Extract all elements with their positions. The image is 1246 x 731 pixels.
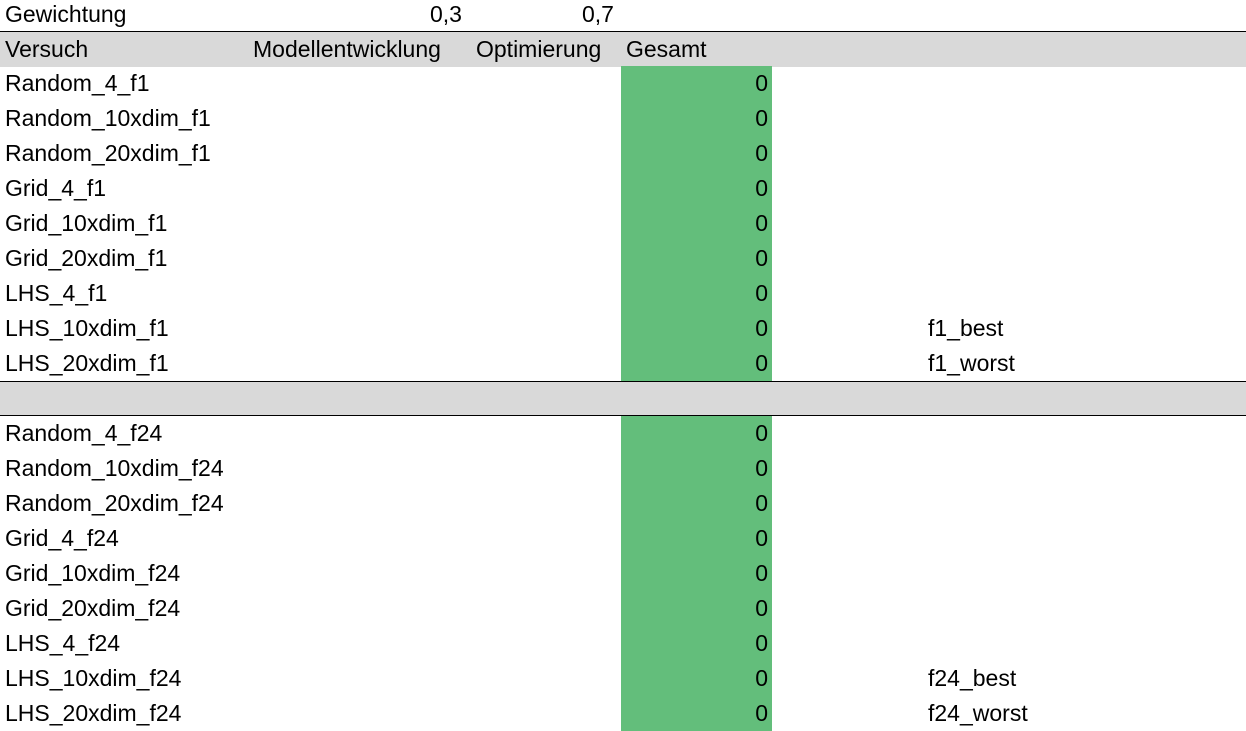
weighting-label[interactable]: Gewichtung — [5, 0, 126, 32]
versuch-cell[interactable]: LHS_20xdim_f24 — [5, 696, 181, 731]
header-total[interactable]: Gesamt — [626, 32, 707, 67]
versuch-cell[interactable]: Random_4_f24 — [5, 416, 162, 451]
table-row: Grid_20xdim_f1 0 — [0, 241, 1246, 276]
versuch-cell[interactable]: Grid_10xdim_f24 — [5, 556, 180, 591]
versuch-cell[interactable]: LHS_10xdim_f1 — [5, 311, 169, 346]
total-cell[interactable]: 0 — [621, 171, 772, 206]
table-row: LHS_4_f1 0 — [0, 276, 1246, 311]
total-cell[interactable]: 0 — [621, 661, 772, 696]
total-cell[interactable]: 0 — [621, 66, 772, 101]
weight-opt-cell[interactable]: 0,7 — [582, 0, 614, 32]
total-cell[interactable]: 0 — [621, 346, 772, 381]
table-row: Random_10xdim_f1 0 — [0, 101, 1246, 136]
total-cell[interactable]: 0 — [621, 486, 772, 521]
versuch-cell[interactable]: LHS_4_f1 — [5, 276, 107, 311]
versuch-cell[interactable]: Grid_4_f24 — [5, 521, 119, 556]
total-cell[interactable]: 0 — [621, 626, 772, 661]
table-row: Random_10xdim_f24 0 — [0, 451, 1246, 486]
weighting-row: Gewichtung 0,3 0,7 — [0, 0, 1246, 32]
versuch-cell[interactable]: Grid_10xdim_f1 — [5, 206, 167, 241]
table-row: Random_20xdim_f1 0 — [0, 136, 1246, 171]
note-cell[interactable]: f24_worst — [928, 696, 1028, 731]
total-cell[interactable]: 0 — [621, 591, 772, 626]
total-cell[interactable]: 0 — [621, 206, 772, 241]
note-cell[interactable]: f1_worst — [928, 346, 1015, 381]
table-row: LHS_10xdim_f24 0 f24_best — [0, 661, 1246, 696]
weight-model-cell[interactable]: 0,3 — [430, 0, 462, 32]
spreadsheet: Gewichtung 0,3 0,7 Versuch Modellentwick… — [0, 0, 1246, 731]
table-row: Random_4_f1 0 — [0, 66, 1246, 101]
note-cell[interactable]: f24_best — [928, 661, 1016, 696]
table-row: Grid_4_f24 0 — [0, 521, 1246, 556]
total-cell[interactable]: 0 — [621, 241, 772, 276]
table-row: LHS_4_f24 0 — [0, 626, 1246, 661]
table-row: LHS_20xdim_f1 0 f1_worst — [0, 346, 1246, 381]
versuch-cell[interactable]: LHS_4_f24 — [5, 626, 120, 661]
versuch-cell[interactable]: Grid_20xdim_f1 — [5, 241, 167, 276]
versuch-cell[interactable]: LHS_20xdim_f1 — [5, 346, 169, 381]
header-versuch[interactable]: Versuch — [5, 32, 88, 67]
table-row: Random_4_f24 0 — [0, 416, 1246, 451]
note-cell[interactable]: f1_best — [928, 311, 1003, 346]
table-row: Grid_4_f1 0 — [0, 171, 1246, 206]
table-row: Random_20xdim_f24 0 — [0, 486, 1246, 521]
table-row: Grid_10xdim_f1 0 — [0, 206, 1246, 241]
total-cell[interactable]: 0 — [621, 416, 772, 451]
versuch-cell[interactable]: Random_20xdim_f24 — [5, 486, 224, 521]
total-cell[interactable]: 0 — [621, 101, 772, 136]
versuch-cell[interactable]: Grid_4_f1 — [5, 171, 106, 206]
total-cell[interactable]: 0 — [621, 311, 772, 346]
table-row: LHS_20xdim_f24 0 f24_worst — [0, 696, 1246, 731]
total-cell[interactable]: 0 — [621, 276, 772, 311]
total-cell[interactable]: 0 — [621, 556, 772, 591]
total-cell[interactable]: 0 — [621, 696, 772, 731]
table-row: Grid_20xdim_f24 0 — [0, 591, 1246, 626]
header-opt[interactable]: Optimierung — [476, 32, 601, 67]
header-model[interactable]: Modellentwicklung — [253, 32, 441, 67]
versuch-cell[interactable]: Random_10xdim_f24 — [5, 451, 224, 486]
table-row: Grid_10xdim_f24 0 — [0, 556, 1246, 591]
header-row: Versuch Modellentwicklung Optimierung Ge… — [0, 31, 1246, 67]
versuch-cell[interactable]: Grid_20xdim_f24 — [5, 591, 180, 626]
versuch-cell[interactable]: LHS_10xdim_f24 — [5, 661, 181, 696]
total-cell[interactable]: 0 — [621, 136, 772, 171]
versuch-cell[interactable]: Random_4_f1 — [5, 66, 150, 101]
versuch-cell[interactable]: Random_20xdim_f1 — [5, 136, 211, 171]
group-separator-row[interactable] — [0, 381, 1246, 416]
total-cell[interactable]: 0 — [621, 451, 772, 486]
table-row: LHS_10xdim_f1 0 f1_best — [0, 311, 1246, 346]
total-cell[interactable]: 0 — [621, 521, 772, 556]
versuch-cell[interactable]: Random_10xdim_f1 — [5, 101, 211, 136]
